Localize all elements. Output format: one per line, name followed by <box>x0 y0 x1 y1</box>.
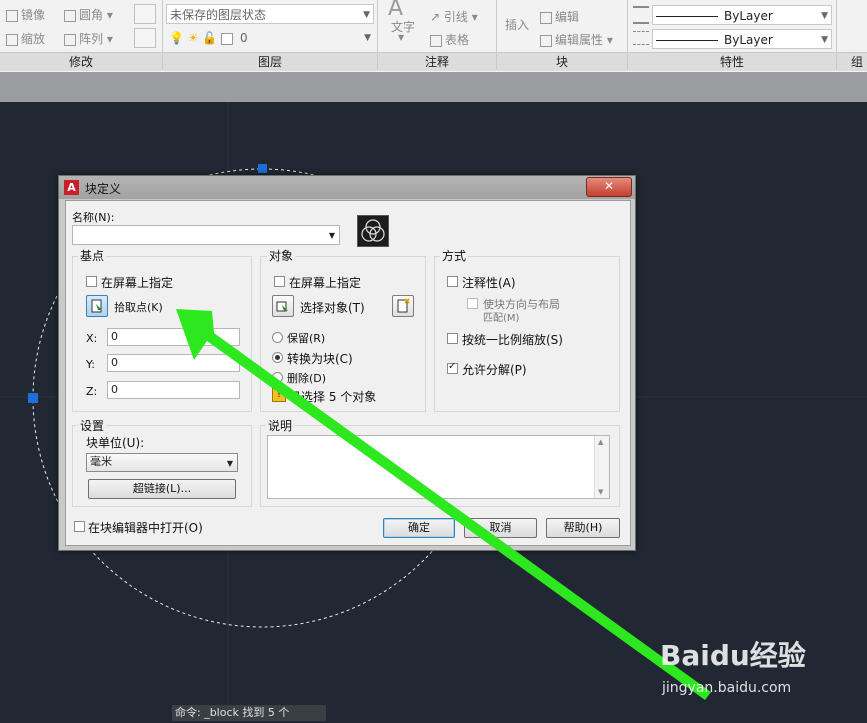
command-line-status: 命令: _block 找到 5 个 <box>172 705 326 721</box>
green-arrow <box>176 309 711 700</box>
baidu-watermark: Baidu经验 jingyan.baidu.com <box>660 630 860 700</box>
baidu-logo: Baidu经验 <box>660 639 806 672</box>
watermark-url: jingyan.baidu.com <box>662 680 792 696</box>
annotation-arrow-overlay <box>176 309 711 700</box>
